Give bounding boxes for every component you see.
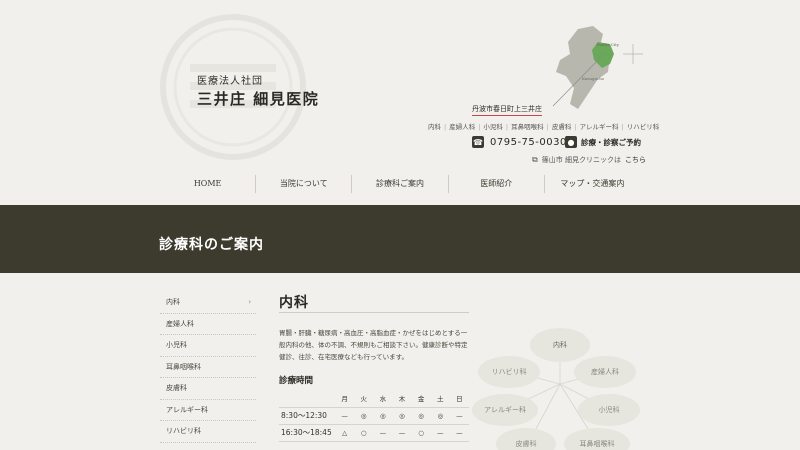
schedule-mark: △: [335, 424, 355, 442]
table-header-day: 水: [373, 390, 393, 408]
schedule-mark: ◎: [373, 407, 393, 425]
sidebar-item-label: 内科: [166, 298, 180, 306]
sidebar-item-label: リハビリ科: [166, 427, 201, 435]
schedule-mark: ◎: [411, 407, 431, 425]
table-header-time: [279, 390, 335, 408]
map-icon: [552, 26, 643, 109]
department-description: 胃腸・肝臓・糖尿病・高血圧・高脂血症・かぜをはじめとする一般内科の他、体の不調、…: [279, 329, 468, 361]
nav-home[interactable]: HOME: [160, 175, 257, 193]
schedule-mark: —: [373, 424, 393, 442]
phone-icon: ☎: [472, 136, 484, 148]
table-header-day: 月: [335, 390, 355, 408]
department-content: 内科 胃腸・肝臓・糖尿病・高血圧・高脂血症・かぜをはじめとする一般内科の他、体の…: [279, 292, 469, 442]
dept-link[interactable]: 耳鼻咽喉科: [511, 123, 544, 131]
phone-number[interactable]: 0795-75-0030: [490, 137, 567, 148]
sidebar-item-obgyn[interactable]: 産婦人科: [160, 314, 256, 335]
external-link-here[interactable]: こちら: [625, 155, 646, 165]
external-link-icon: ⧉: [532, 155, 538, 164]
diagram-node: アレルギー科: [472, 394, 538, 426]
sidebar-item-internal[interactable]: 内科 ›: [160, 292, 256, 314]
nav-about[interactable]: 当院について: [256, 175, 353, 193]
table-header-day: 金: [411, 390, 431, 408]
dept-link[interactable]: 産婦人科: [449, 123, 475, 131]
table-header-day: 木: [392, 390, 412, 408]
hours-heading: 診療時間: [279, 376, 314, 386]
phone-contact[interactable]: ☎ 0795-75-0030: [472, 136, 567, 148]
reservation-info[interactable]: ● 診療・診察ご予約: [565, 136, 641, 148]
schedule-mark: —: [449, 407, 469, 425]
time-slot: 16:30～18:45: [279, 424, 335, 442]
page-banner: 診療科のご案内: [0, 205, 800, 273]
schedule-mark: ○: [354, 424, 374, 442]
sidebar-item-rehab[interactable]: リハビリ科: [160, 421, 256, 443]
schedule-mark: —: [335, 407, 355, 425]
page-title: 診療科のご案内: [159, 237, 264, 253]
table-row: 8:30～12:30 — ◎ ◎ ◎ ◎ ◎ —: [279, 407, 469, 425]
sidebar-item-ent[interactable]: 耳鼻咽喉科: [160, 357, 256, 378]
external-link-prefix: 篠山市 細見クリニックは: [541, 156, 621, 164]
nav-doctors[interactable]: 医師紹介: [449, 175, 545, 193]
table-header-day: 日: [449, 390, 469, 408]
sidebar-item-label: アレルギー科: [166, 405, 208, 414]
diagram-node: 産婦人科: [574, 356, 636, 388]
schedule-table: 月 火 水 木 金 土 日 8:30～12:30 — ◎ ◎ ◎ ◎ ◎ — 1…: [279, 390, 469, 442]
dept-link[interactable]: リハビリ科: [627, 123, 660, 131]
map-town-label: Kasugacho: [582, 76, 605, 81]
dept-link[interactable]: 小児科: [483, 123, 503, 131]
map-city-label: Tamba City: [596, 42, 619, 47]
table-header-row: 月 火 水 木 金 土 日: [279, 390, 469, 408]
title-divider: [279, 312, 469, 313]
dept-link[interactable]: アレルギー科: [580, 123, 619, 131]
schedule-mark: —: [449, 424, 469, 442]
dept-link[interactable]: 皮膚科: [552, 123, 572, 131]
sidebar-item-allergy[interactable]: アレルギー科: [160, 400, 256, 421]
schedule-mark: ◎: [430, 407, 450, 425]
department-sidebar: 内科 › 産婦人科 小児科 耳鼻咽喉科 皮膚科 アレルギー科 リハビリ科: [160, 292, 256, 443]
diagram-node: リハビリ科: [478, 356, 540, 388]
schedule-mark: ◎: [392, 407, 412, 425]
clinic-address: 丹波市春日町上三井庄: [472, 104, 542, 116]
table-row: 16:30～18:45 △ ○ — — ○ — —: [279, 424, 469, 442]
chevron-right-icon: ›: [248, 298, 251, 306]
department-diagram: 内科 リハビリ科 産婦人科 アレルギー科 小児科 皮膚科 耳鼻咽喉科: [470, 322, 650, 450]
schedule-mark: ○: [411, 424, 431, 442]
clock-icon: ●: [565, 136, 577, 148]
table-header-day: 火: [354, 390, 374, 408]
time-slot: 8:30～12:30: [279, 407, 335, 425]
diagram-node: 小児科: [578, 394, 640, 426]
nav-access[interactable]: マップ・交通案内: [545, 175, 640, 193]
sidebar-item-dermatology[interactable]: 皮膚科: [160, 378, 256, 400]
location-map: Tamba City Kasugacho: [548, 24, 648, 114]
schedule-mark: —: [430, 424, 450, 442]
nav-departments[interactable]: 診療科ご案内: [352, 175, 449, 193]
sidebar-item-label: 産婦人科: [166, 319, 194, 328]
external-clinic-link[interactable]: ⧉ 篠山市 細見クリニックは こちら: [532, 155, 646, 165]
sidebar-item-pediatrics[interactable]: 小児科: [160, 335, 256, 357]
site-header: 医療法人社団 三井庄 細見医院 Tamba City Kasugacho 丹波市…: [0, 0, 800, 205]
schedule-mark: ◎: [354, 407, 374, 425]
clinic-crest-icon: [160, 14, 306, 160]
reservation-label[interactable]: 診療・診察ご予約: [581, 137, 641, 148]
clinic-subtitle: 医療法人社団: [197, 76, 263, 87]
department-title: 内科: [279, 295, 309, 311]
dept-links: 内科 | 産婦人科 | 小児科 | 耳鼻咽喉科 | 皮膚科 | アレルギー科 | リハビリ科: [428, 123, 660, 131]
main-nav: HOME 当院について 診療科ご案内 医師紹介 マップ・交通案内: [160, 175, 640, 193]
schedule-mark: —: [392, 424, 412, 442]
diagram-node: 内科: [530, 328, 590, 362]
clinic-name[interactable]: 三井庄 細見医院: [197, 88, 319, 109]
sidebar-item-label: 耳鼻咽喉科: [166, 362, 201, 371]
table-header-day: 土: [430, 390, 450, 408]
sidebar-item-label: 皮膚科: [166, 384, 187, 392]
sidebar-item-label: 小児科: [166, 341, 187, 349]
dept-link[interactable]: 内科: [428, 123, 441, 131]
